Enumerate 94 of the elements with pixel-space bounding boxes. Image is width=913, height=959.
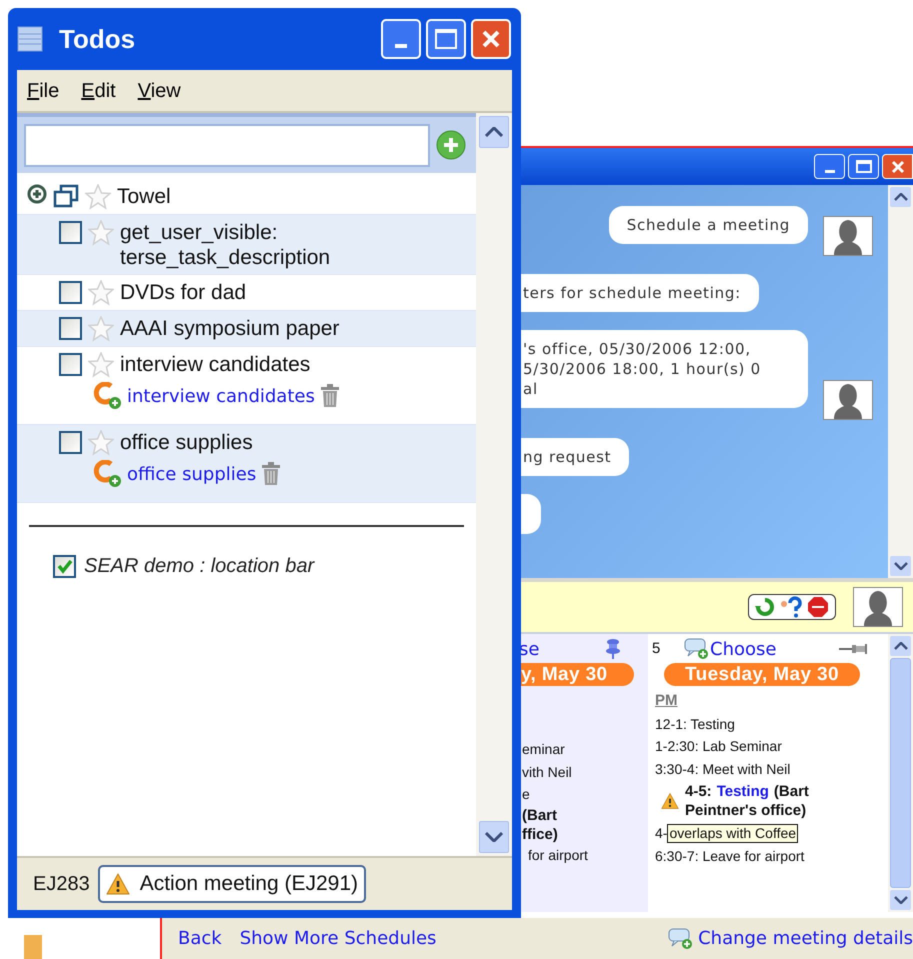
todo-label: interview candidates (120, 352, 310, 377)
status-text: EJ283 (33, 872, 90, 897)
scrollbar[interactable] (476, 113, 512, 856)
scroll-up-icon[interactable] (890, 187, 911, 207)
warning-icon (661, 792, 679, 810)
scroll-down-icon[interactable] (890, 890, 911, 910)
chat-add-icon[interactable] (684, 638, 710, 660)
todo-label: DVDs for dad (120, 280, 246, 305)
item-link[interactable]: office supplies (127, 460, 256, 488)
list-icon (17, 26, 43, 52)
menu-item[interactable]: Edit (81, 76, 116, 106)
footer-link[interactable]: Back (178, 925, 222, 952)
todo-label: SEAR demo : location bar (84, 554, 314, 579)
expand-icon[interactable] (27, 184, 47, 204)
star-icon[interactable] (85, 184, 111, 210)
trash-icon[interactable] (318, 384, 341, 408)
scrollbar[interactable] (888, 185, 913, 578)
pin-icon[interactable] (838, 642, 868, 656)
refresh-icon[interactable] (755, 597, 775, 617)
trash-icon[interactable] (260, 462, 282, 486)
chat-bubble: 's office, 05/30/2006 12:00, 5/30/2006 18:00, 1 hour(s) 0 al (521, 330, 808, 408)
event-text: Peintner's office) (685, 801, 808, 820)
event-text: vith Neil (522, 762, 573, 782)
checkbox[interactable] (59, 431, 82, 454)
chat-add-icon (668, 928, 694, 950)
event-text: eminar (522, 740, 566, 759)
checkbox[interactable] (53, 554, 76, 578)
star-icon[interactable] (88, 280, 114, 306)
event-text: 12-1: Testing (655, 714, 736, 734)
date-pill: y, May 30 (519, 663, 634, 686)
scroll-up-icon[interactable] (890, 636, 911, 656)
event-text: 6:30-7: Leave for airport (655, 846, 806, 866)
todo-label: office supplies (120, 430, 253, 455)
event-time: 4-5: (685, 782, 712, 801)
day-number: 5 (652, 638, 662, 659)
minimize-button[interactable] (814, 154, 845, 179)
close-icon (480, 28, 502, 50)
contact-add-icon (91, 382, 123, 410)
menu-item[interactable]: File (27, 76, 60, 106)
event-text: for airport (527, 846, 589, 865)
close-icon (890, 158, 906, 174)
scroll-thumb[interactable] (890, 658, 911, 888)
window-title: Todos (59, 22, 136, 56)
event-text: 4- (655, 824, 668, 843)
todo-label: get_user_visible: terse_task_description (120, 220, 330, 270)
event-text: 1-2:30: Lab Seminar (655, 737, 783, 756)
action-button[interactable]: Action meeting (EJ291) (98, 865, 366, 903)
change-details-link[interactable]: Change meeting details (668, 925, 913, 952)
chat-bubble: ng request (521, 438, 630, 476)
avatar-icon (853, 587, 903, 627)
todo-label: Towel (117, 184, 171, 209)
scroll-down-icon[interactable] (890, 556, 911, 576)
date-pill: Tuesday, May 30 (664, 663, 860, 686)
event-text: (Bart (774, 782, 809, 801)
pin-icon[interactable] (603, 638, 623, 660)
star-icon[interactable] (88, 220, 114, 246)
checkbox[interactable] (59, 281, 82, 304)
scrollbar[interactable] (888, 634, 913, 912)
event-text: (Bart (522, 806, 558, 824)
checkbox[interactable] (59, 353, 82, 376)
event-text: 3:30-4: Meet with Neil (655, 760, 792, 778)
stop-icon[interactable] (807, 596, 829, 618)
chat-bubble: Schedule a meeting (608, 206, 808, 244)
star-icon[interactable] (88, 316, 114, 342)
close-button[interactable] (882, 154, 913, 179)
footer-link[interactable]: Show More Schedules (240, 925, 436, 952)
maximize-button[interactable] (848, 154, 879, 179)
tooltip: overlaps with Coffee (667, 824, 798, 843)
contact-add-icon (91, 460, 123, 488)
close-button[interactable] (471, 19, 511, 59)
scroll-up-icon[interactable] (479, 116, 509, 148)
event-link[interactable]: Testing (716, 782, 769, 801)
checkbox[interactable] (59, 221, 82, 244)
period-label: PM (655, 691, 678, 711)
avatar-icon (823, 380, 873, 420)
help-icon[interactable] (779, 596, 803, 618)
maximize-button[interactable] (426, 19, 466, 59)
avatar-icon (823, 216, 873, 256)
add-icon[interactable] (436, 130, 466, 160)
event-text: e (522, 785, 531, 804)
checkbox[interactable] (59, 317, 82, 340)
event-text: ffice) (522, 824, 559, 844)
choose-link[interactable]: Choose (710, 636, 776, 662)
copy-icon[interactable] (53, 184, 79, 208)
star-icon[interactable] (88, 430, 114, 456)
item-link[interactable]: interview candidates (127, 382, 315, 410)
warning-icon (106, 872, 130, 896)
todo-label: AAAI symposium paper (120, 316, 340, 341)
chat-bubble: ters for schedule meeting: (521, 274, 759, 312)
scroll-down-icon[interactable] (479, 821, 509, 853)
minimize-button[interactable] (381, 19, 421, 59)
new-todo-field[interactable] (24, 124, 430, 166)
menu-item[interactable]: View (138, 76, 181, 106)
star-icon[interactable] (88, 352, 114, 378)
